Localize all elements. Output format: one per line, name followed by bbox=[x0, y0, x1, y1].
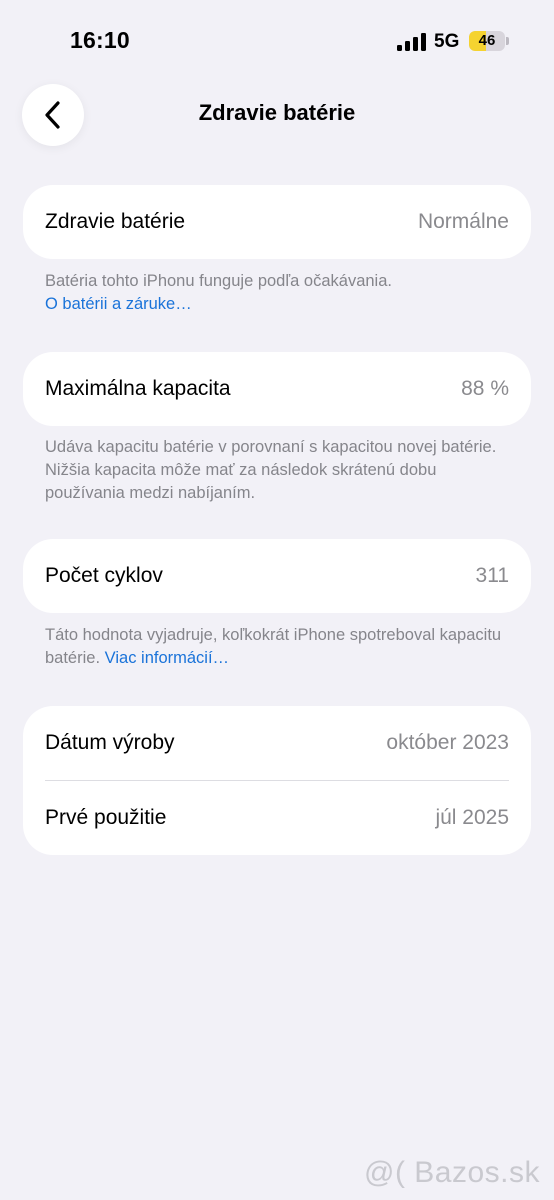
cycle-count-card: Počet cyklov 311 bbox=[23, 539, 531, 613]
network-type: 5G bbox=[434, 31, 460, 52]
manufacture-date-label: Dátum výroby bbox=[45, 731, 175, 754]
first-use-label: Prvé použitie bbox=[45, 806, 167, 829]
first-use-value: júl 2025 bbox=[435, 806, 509, 829]
cellular-signal-icon bbox=[397, 33, 426, 51]
cycle-count-label: Počet cyklov bbox=[45, 564, 163, 587]
battery-health-label: Zdravie batérie bbox=[45, 210, 186, 233]
battery-health-row: Zdravie batérie Normálne bbox=[23, 185, 531, 259]
watermark: @( Bazos.sk bbox=[364, 1156, 540, 1189]
dates-card: Dátum výroby október 2023 Prvé použitie … bbox=[23, 706, 531, 855]
battery-health-note-text: Batéria tohto iPhonu funguje podľa očaká… bbox=[45, 272, 392, 290]
battery-warranty-link[interactable]: O batérii a záruke… bbox=[45, 295, 192, 313]
more-info-link[interactable]: Viac informácií… bbox=[105, 649, 229, 667]
battery-percent: 46 bbox=[478, 32, 496, 49]
max-capacity-label: Maximálna kapacita bbox=[45, 377, 231, 400]
battery-icon: 46 bbox=[469, 31, 509, 51]
max-capacity-card: Maximálna kapacita 88 % bbox=[23, 352, 531, 426]
cycle-count-value: 311 bbox=[475, 564, 509, 587]
cycle-count-note: Táto hodnota vyjadruje, koľkokrát iPhone… bbox=[45, 624, 515, 670]
battery-health-note: Batéria tohto iPhonu funguje podľa očaká… bbox=[45, 270, 515, 316]
page-title: Zdravie batérie bbox=[198, 100, 356, 125]
battery-health-value: Normálne bbox=[417, 210, 509, 233]
manufacture-date-value: október 2023 bbox=[386, 731, 509, 754]
manufacture-date-row: Dátum výroby október 2023 bbox=[23, 706, 531, 780]
first-use-row: Prvé použitie júl 2025 bbox=[23, 781, 531, 855]
status-time: 16:10 bbox=[70, 27, 130, 53]
max-capacity-value: 88 % bbox=[461, 377, 509, 400]
cycle-count-row: Počet cyklov 311 bbox=[23, 539, 531, 613]
status-bar: 16:10 5G 46 bbox=[0, 0, 554, 80]
max-capacity-row: Maximálna kapacita 88 % bbox=[23, 352, 531, 426]
battery-health-card: Zdravie batérie Normálne bbox=[23, 185, 531, 259]
max-capacity-note: Udáva kapacitu batérie v porovnaní s kap… bbox=[45, 438, 497, 502]
